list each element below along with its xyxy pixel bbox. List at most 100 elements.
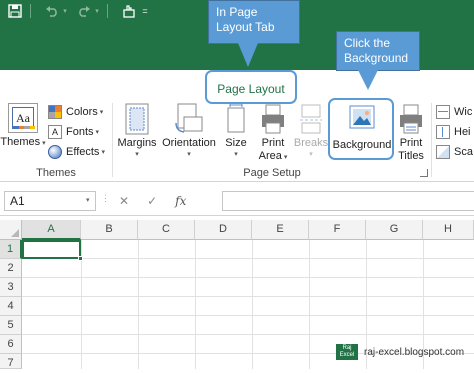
callout-page-layout: In Page Layout Tab xyxy=(208,0,300,44)
tab-file[interactable]: File xyxy=(8,74,44,100)
breaks-dropdown-icon: ▾ xyxy=(309,151,313,158)
scale-icon xyxy=(436,145,450,159)
height-dropdown[interactable]: Hei xyxy=(436,123,471,141)
print-area-button[interactable]: Print Area ▾ xyxy=(255,103,291,164)
width-label: Wic xyxy=(454,106,473,118)
column-header-g[interactable]: G xyxy=(366,220,423,240)
watermark-logo: Raj Excel xyxy=(336,344,358,360)
row-header-5[interactable]: 5 xyxy=(0,316,22,335)
column-header-d[interactable]: D xyxy=(195,220,252,240)
select-all-button[interactable] xyxy=(0,220,22,240)
fonts-button[interactable]: A Fonts ▾ xyxy=(48,123,99,141)
formula-bar-grip-icon[interactable]: ⋮ xyxy=(101,194,110,203)
customize-qat-icon[interactable]: = xyxy=(140,2,150,20)
active-cell[interactable] xyxy=(22,240,83,261)
formula-input[interactable] xyxy=(222,191,474,211)
fill-handle[interactable] xyxy=(78,256,83,261)
undo-dropdown-icon[interactable]: ▾ xyxy=(61,2,69,20)
row-header-7[interactable]: 7 xyxy=(0,354,22,369)
cancel-icon[interactable]: ✕ xyxy=(119,194,129,208)
themes-group-label: Themes xyxy=(36,167,76,179)
margins-label: Margins xyxy=(117,137,157,149)
fonts-label: Fonts xyxy=(66,126,94,138)
insert-function-icon[interactable]: fx xyxy=(175,194,186,208)
tab-home[interactable]: Home xyxy=(58,74,104,100)
undo-icon[interactable] xyxy=(43,2,61,20)
effects-button[interactable]: Effects ▾ xyxy=(48,143,105,161)
size-dropdown-icon: ▾ xyxy=(234,151,238,158)
background-highlight xyxy=(328,98,394,160)
colors-button[interactable]: Colors ▾ xyxy=(48,103,103,121)
orientation-button[interactable]: Orientation ▾ xyxy=(160,103,218,158)
row-header-2[interactable]: 2 xyxy=(0,259,22,278)
tab-formulas[interactable]: Formulas xyxy=(298,74,356,100)
column-header-c[interactable]: C xyxy=(138,220,195,240)
colors-label: Colors xyxy=(66,106,98,118)
page-setup-launcher-icon[interactable] xyxy=(420,169,428,177)
save-icon[interactable] xyxy=(6,2,24,20)
tab-agp[interactable]: AGP xyxy=(112,74,152,100)
redo-icon[interactable] xyxy=(75,2,93,20)
margins-dropdown-icon: ▾ xyxy=(135,151,139,158)
margins-button[interactable]: Margins ▾ xyxy=(116,103,158,158)
themes-label: Themes ▾ xyxy=(0,136,46,148)
callout-background-line2: Background xyxy=(344,51,409,65)
size-label: Size xyxy=(225,137,247,149)
row-header-4[interactable]: 4 xyxy=(0,297,22,316)
watermark-text: raj-excel.blogspot.com xyxy=(364,346,465,358)
colors-icon xyxy=(48,105,62,119)
name-box[interactable]: A1 xyxy=(4,191,96,211)
scale-spinner[interactable]: Sca xyxy=(436,143,473,161)
page-setup-group-label: Page Setup xyxy=(243,167,301,179)
print-titles-button[interactable]: Print Titles xyxy=(394,103,428,163)
column-header-f[interactable]: F xyxy=(309,220,366,240)
effects-label: Effects xyxy=(66,146,100,158)
size-button[interactable]: Size ▾ xyxy=(222,103,250,158)
tab-insert[interactable]: Insert xyxy=(160,74,204,100)
row-header-3[interactable]: 3 xyxy=(0,278,22,297)
column-header-b[interactable]: B xyxy=(81,220,138,240)
touch-mode-icon[interactable] xyxy=(120,2,138,20)
grid-line xyxy=(22,315,474,316)
qat-separator xyxy=(107,4,108,18)
grid-line xyxy=(22,258,474,259)
callout-page-layout-line2: Layout Tab xyxy=(216,20,275,34)
redo-dropdown-icon[interactable]: ▾ xyxy=(93,2,101,20)
breaks-label: Breaks xyxy=(293,137,329,149)
margins-icon xyxy=(125,103,149,135)
width-dropdown[interactable]: Wic xyxy=(436,103,472,121)
width-icon xyxy=(436,105,450,119)
enter-icon[interactable]: ✓ xyxy=(147,194,157,208)
column-header-e[interactable]: E xyxy=(252,220,309,240)
print-titles-icon xyxy=(400,104,422,134)
tab-review[interactable]: Review xyxy=(412,74,462,100)
grid-line xyxy=(195,240,196,369)
column-header-h[interactable]: H xyxy=(423,220,474,240)
qat-separator xyxy=(30,4,31,18)
themes-button[interactable]: Aa Themes ▾ xyxy=(0,103,46,150)
row-header-6[interactable]: 6 xyxy=(0,335,22,354)
callout-background-arrow xyxy=(358,70,378,90)
name-box-dropdown-icon[interactable]: ▾ xyxy=(86,196,90,204)
formula-bar-icons: ✕ ✓ fx xyxy=(110,191,195,211)
grid-line xyxy=(309,240,310,369)
print-titles-label: Print Titles xyxy=(398,137,424,162)
height-icon xyxy=(436,125,450,139)
grid-line xyxy=(138,240,139,369)
row-header-1[interactable]: 1 xyxy=(0,240,22,259)
effects-icon xyxy=(48,145,62,159)
page-layout-highlight xyxy=(205,70,297,104)
orientation-label: Orientation xyxy=(162,137,216,149)
orientation-dropdown-icon: ▾ xyxy=(187,151,191,158)
grid-line xyxy=(22,277,474,278)
breaks-button[interactable]: Breaks ▾ xyxy=(293,103,329,158)
column-header-a[interactable]: A xyxy=(22,220,81,240)
group-separator xyxy=(431,103,432,177)
callout-page-layout-arrow xyxy=(238,43,258,67)
height-label: Hei xyxy=(454,126,471,138)
callout-background: Click the Background xyxy=(336,31,420,71)
orientation-icon xyxy=(175,103,203,133)
size-icon xyxy=(227,103,245,133)
ribbon: Aa Themes ▾ Colors ▾ A Fonts ▾ Effects ▾ The… xyxy=(0,99,474,182)
grid-line xyxy=(22,296,474,297)
